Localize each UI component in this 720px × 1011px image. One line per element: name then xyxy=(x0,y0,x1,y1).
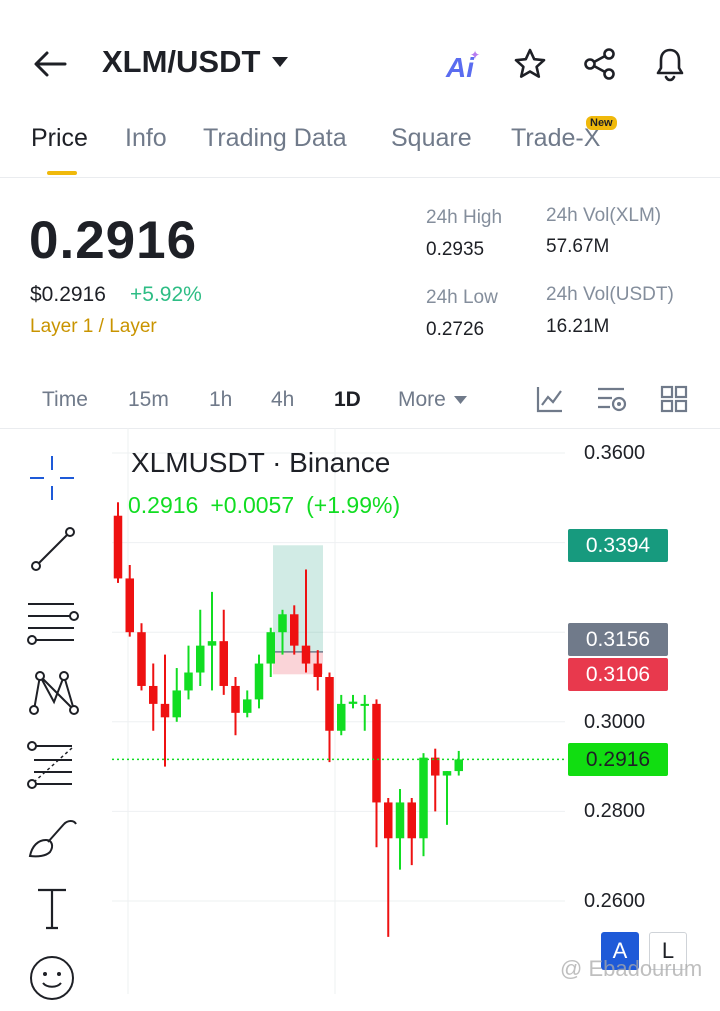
candle-body[interactable] xyxy=(125,578,135,633)
pair-title: XLM/USDT xyxy=(102,44,261,79)
axis-label-3: 0.2600 xyxy=(584,890,646,912)
tab-square[interactable]: Square xyxy=(391,124,472,153)
chart-legend: 0.2916 +0.0057 (+1.99%) xyxy=(128,492,400,519)
axis-label-1: 0.3000 xyxy=(584,711,646,733)
tab-trading-data[interactable]: Trading Data xyxy=(203,124,347,153)
candle-body[interactable] xyxy=(372,703,381,803)
candle-body[interactable] xyxy=(431,757,440,776)
candle-body[interactable] xyxy=(384,802,393,839)
share-icon[interactable] xyxy=(578,42,622,86)
candle-body[interactable] xyxy=(137,632,146,686)
category-tags[interactable]: Layer 1 / Layer xyxy=(30,316,157,338)
candle-body[interactable] xyxy=(254,663,264,700)
high-value: 0.2935 xyxy=(426,239,485,260)
new-badge: New xyxy=(586,116,617,130)
layout-grid-icon[interactable] xyxy=(652,377,696,421)
tf-4h[interactable]: 4h xyxy=(271,388,294,412)
candle-body[interactable] xyxy=(301,645,311,664)
axis-label-2: 0.2800 xyxy=(584,800,646,822)
tab-price[interactable]: Price xyxy=(31,124,88,153)
candle-body[interactable] xyxy=(196,645,205,673)
candle-body[interactable] xyxy=(407,802,417,839)
candle-body[interactable] xyxy=(113,515,123,579)
candle-body[interactable] xyxy=(442,771,452,776)
candle-body[interactable] xyxy=(243,699,252,713)
vol-base-label: 24h Vol(XLM) xyxy=(546,205,662,226)
vol-base-value: 57.67M xyxy=(546,236,610,257)
candle-body[interactable] xyxy=(337,703,346,731)
back-arrow-icon[interactable] xyxy=(28,42,72,86)
legend-last: 0.2916 xyxy=(128,492,199,518)
price-tag-stop-loss: 0.3106 xyxy=(568,658,668,691)
caret-down-icon xyxy=(272,57,289,67)
candle-body[interactable] xyxy=(348,701,358,704)
tf-1d[interactable]: 1D xyxy=(334,388,361,412)
candle-body[interactable] xyxy=(219,641,229,686)
candle-body[interactable] xyxy=(231,685,240,713)
tf-more[interactable]: More xyxy=(398,388,467,412)
star-icon[interactable] xyxy=(508,42,552,86)
low-value: 0.2726 xyxy=(426,319,485,340)
legend-change: +0.0057 xyxy=(210,492,295,518)
pair-selector[interactable]: XLM/USDT xyxy=(102,44,289,80)
price-tag-last: 0.2916 xyxy=(568,743,668,776)
candle-body[interactable] xyxy=(184,672,193,691)
tab-info[interactable]: Info xyxy=(125,124,167,153)
price-tag-take-profit: 0.3394 xyxy=(568,529,668,562)
candle-body[interactable] xyxy=(207,641,217,646)
tf-more-label: More xyxy=(398,388,446,411)
chart-title: XLMUSDT · Binance xyxy=(131,447,391,478)
candle-body[interactable] xyxy=(313,663,323,677)
sparkle-icon: ✦ xyxy=(469,48,480,62)
legend-change-pct: (+1.99%) xyxy=(306,492,401,518)
vol-quote-label: 24h Vol(USDT) xyxy=(546,284,674,305)
candle-body[interactable] xyxy=(360,703,370,706)
bell-icon[interactable] xyxy=(648,42,692,86)
axis-label-0: 0.3600 xyxy=(584,442,646,464)
caret-down-icon xyxy=(453,396,467,404)
candle-body[interactable] xyxy=(419,757,428,839)
change-percent: +5.92% xyxy=(130,283,202,306)
candle-body[interactable] xyxy=(290,614,299,646)
ai-assistant-button[interactable]: Ai ✦ xyxy=(438,46,482,90)
candle-body[interactable] xyxy=(160,703,170,718)
tf-time[interactable]: Time xyxy=(42,388,88,412)
tab-active-indicator xyxy=(47,171,77,175)
chart-settings-icon[interactable] xyxy=(590,377,634,421)
candle-body[interactable] xyxy=(454,759,464,772)
vol-quote-value: 16.21M xyxy=(546,316,610,337)
tf-1h[interactable]: 1h xyxy=(209,388,232,412)
candle-body[interactable] xyxy=(278,614,287,633)
price-tag-entry: 0.3156 xyxy=(568,623,668,656)
high-label: 24h High xyxy=(426,207,503,228)
indicator-icon[interactable] xyxy=(528,377,572,421)
low-label: 24h Low xyxy=(426,287,498,308)
candle-body[interactable] xyxy=(325,677,334,731)
candle-body[interactable] xyxy=(149,685,158,704)
usd-price: $0.2916 xyxy=(30,283,106,306)
candle-body[interactable] xyxy=(395,802,405,839)
tabs-divider xyxy=(0,177,720,178)
last-price: 0.2916 xyxy=(29,211,198,270)
watermark: @ Ebadourum xyxy=(560,956,703,981)
candle-body[interactable] xyxy=(172,690,182,718)
candle-body[interactable] xyxy=(266,632,276,664)
tf-15m[interactable]: 15m xyxy=(128,388,169,412)
